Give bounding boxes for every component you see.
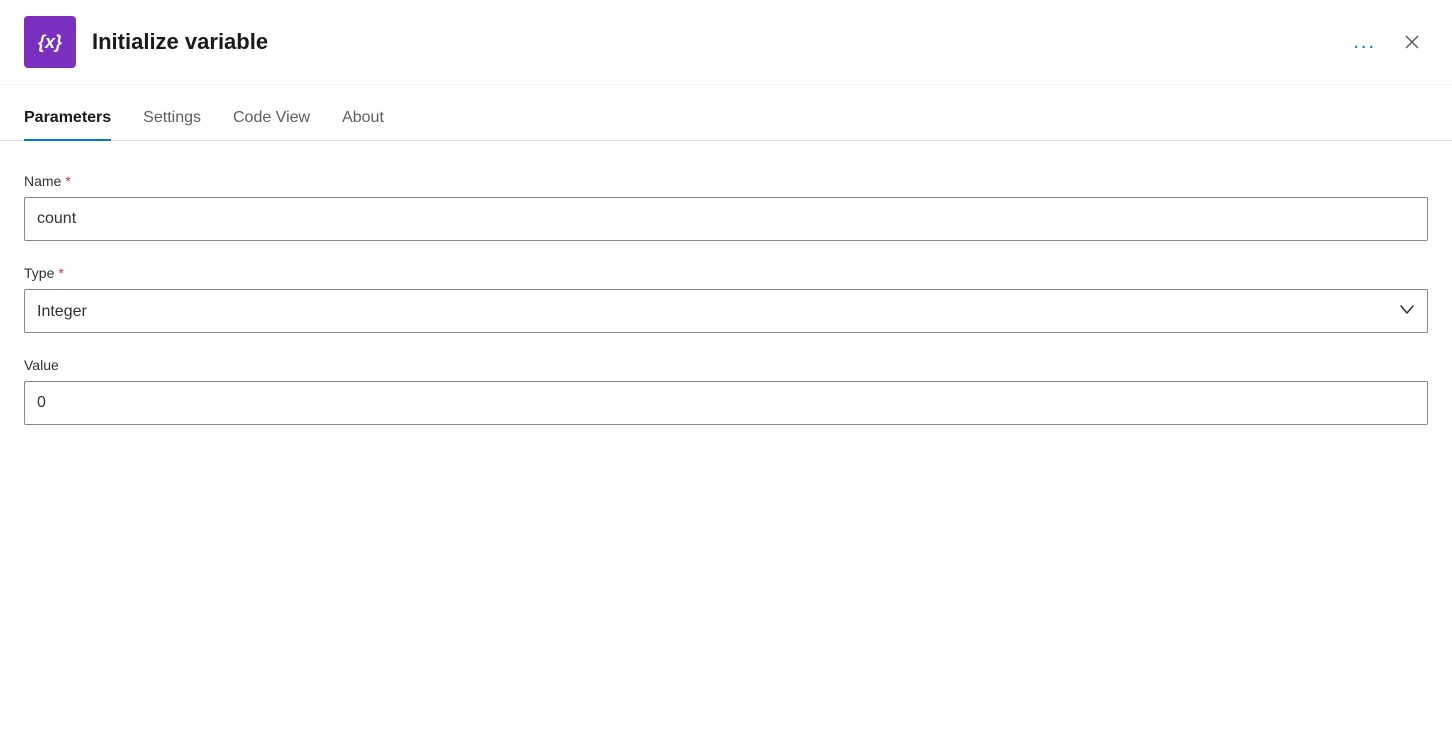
action-title: Initialize variable — [92, 29, 268, 55]
tab-settings[interactable]: Settings — [143, 109, 201, 141]
type-select[interactable]: Array Boolean Float Integer Object Strin… — [24, 289, 1428, 333]
value-field-group: Value — [24, 357, 1428, 425]
action-icon-text: {x} — [38, 32, 62, 53]
tab-about[interactable]: About — [342, 109, 384, 141]
type-field-group: Type * Array Boolean Float Integer Objec… — [24, 265, 1428, 333]
tab-code-view[interactable]: Code View — [233, 109, 310, 141]
type-select-wrapper: Array Boolean Float Integer Object Strin… — [24, 289, 1428, 333]
name-label: Name * — [24, 173, 1428, 189]
more-button[interactable]: ... — [1345, 27, 1384, 58]
type-required-indicator: * — [58, 265, 63, 281]
close-icon — [1404, 34, 1420, 50]
name-required-indicator: * — [65, 173, 70, 189]
value-label: Value — [24, 357, 1428, 373]
action-header: {x} Initialize variable ... — [0, 0, 1452, 85]
header-left: {x} Initialize variable — [24, 16, 268, 68]
action-icon: {x} — [24, 16, 76, 68]
value-input[interactable] — [24, 381, 1428, 425]
name-field-group: Name * — [24, 173, 1428, 241]
name-input[interactable] — [24, 197, 1428, 241]
tabs-bar: Parameters Settings Code View About — [0, 85, 1452, 141]
form-content: Name * Type * Array Boolean Float Intege… — [0, 141, 1452, 481]
type-label: Type * — [24, 265, 1428, 281]
header-actions: ... — [1345, 26, 1428, 58]
close-button[interactable] — [1396, 26, 1428, 58]
tab-parameters[interactable]: Parameters — [24, 109, 111, 141]
